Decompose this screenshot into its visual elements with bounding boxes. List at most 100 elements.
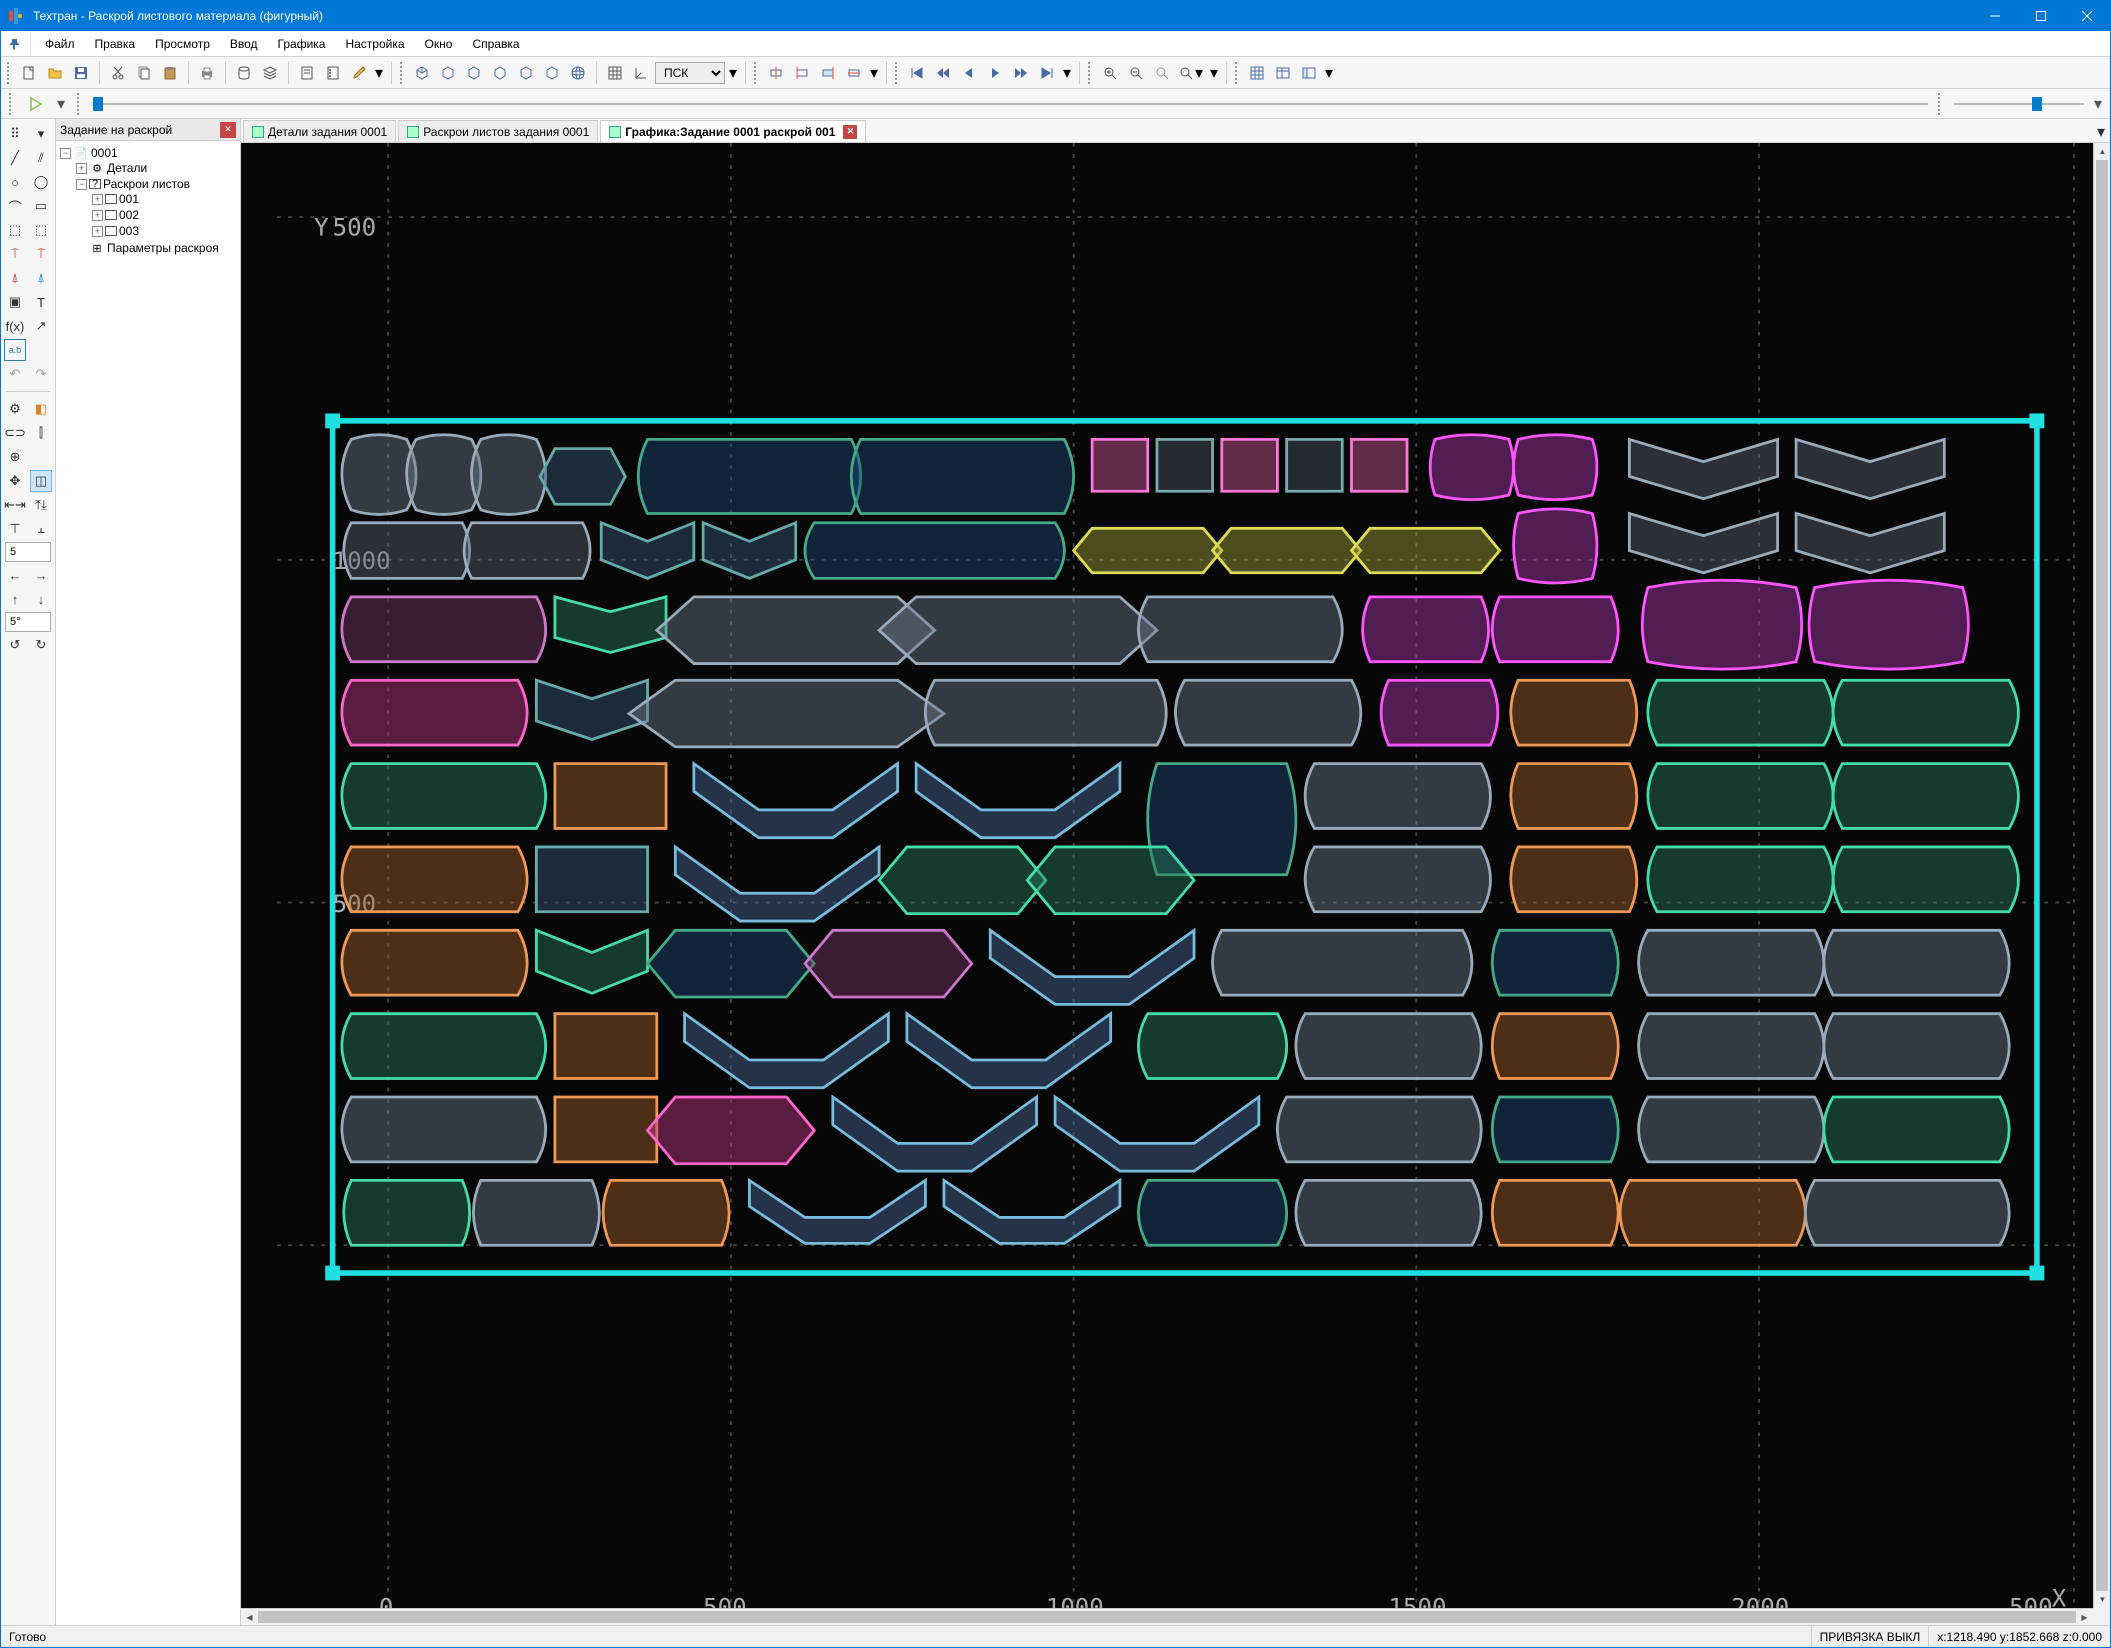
dropdown-button-3[interactable]: ▾: [868, 61, 880, 85]
arrow-right-icon[interactable]: →: [30, 564, 52, 586]
move-tool-icon[interactable]: ✥: [4, 470, 26, 492]
eraser-icon[interactable]: ◧: [30, 398, 52, 420]
toolbar-grip[interactable]: [754, 62, 760, 84]
tabs-dropdown[interactable]: ▾: [2092, 122, 2110, 142]
nav-last-button[interactable]: [1035, 61, 1059, 85]
paste-button[interactable]: [158, 61, 182, 85]
playback-slider[interactable]: [93, 95, 1928, 113]
tree-panel-header[interactable]: Задание на раскрой ✕: [56, 119, 240, 141]
toolbar-grip[interactable]: [1938, 93, 1944, 115]
view-wireframe-button[interactable]: [566, 61, 590, 85]
arrow-down-icon[interactable]: ↓: [30, 588, 52, 610]
tree-nesting[interactable]: −?Раскрои листов: [76, 177, 236, 191]
circle-tool-icon[interactable]: ○: [4, 171, 26, 193]
status-snap[interactable]: ПРИВЯЗКА ВЫКЛ: [1812, 1626, 1930, 1647]
tab-nesting[interactable]: Раскрои листов задания 0001: [398, 120, 598, 142]
menu-edit[interactable]: Правка: [85, 34, 146, 54]
mirror-h-icon[interactable]: ⤒⤓: [30, 494, 52, 516]
list-button[interactable]: [321, 61, 345, 85]
tab-graphics[interactable]: Графика:Задание 0001 раскрой 001✕: [600, 120, 866, 142]
rect-tool-icon[interactable]: ▭: [30, 195, 52, 217]
view-iso-2-button[interactable]: [436, 61, 460, 85]
slider-dropdown[interactable]: ▾: [2092, 95, 2104, 113]
play-button[interactable]: [25, 93, 47, 115]
graphics-viewport[interactable]: Y X 500 1000 500 0 500 1000 1500 2000 50…: [241, 143, 2110, 1625]
label-tool-icon[interactable]: a.b: [4, 339, 26, 361]
undo-arc-icon[interactable]: ↶: [4, 363, 26, 385]
dropdown-button-2[interactable]: ▾: [727, 61, 739, 85]
toolbar-grip[interactable]: [77, 93, 83, 115]
tree-sheet-002[interactable]: +002: [92, 208, 236, 222]
arrow-left-icon[interactable]: ←: [4, 564, 26, 586]
trim-tool-icon[interactable]: ⫠: [30, 518, 52, 540]
gear-icon[interactable]: ⚙: [4, 398, 26, 420]
play-dropdown[interactable]: ▾: [55, 95, 67, 113]
toolbar-grip[interactable]: [1088, 62, 1094, 84]
speed-slider[interactable]: [1954, 95, 2084, 113]
dropdown-button-4[interactable]: ▾: [1061, 61, 1073, 85]
zoom-dropdown-button[interactable]: ▾: [1176, 61, 1206, 85]
ellipse-tool-icon[interactable]: ◯: [30, 171, 52, 193]
mill-1-icon[interactable]: ⍋: [4, 267, 26, 289]
open-file-button[interactable]: [43, 61, 67, 85]
scroll-up-icon[interactable]: ▲: [2094, 143, 2110, 160]
drill-1-icon[interactable]: ⍑: [4, 243, 26, 265]
nav-next-button[interactable]: [983, 61, 1007, 85]
nav-prev-fast-button[interactable]: [931, 61, 955, 85]
show-panel-button[interactable]: [1297, 61, 1321, 85]
maximize-button[interactable]: [2018, 1, 2064, 31]
view-iso-6-button[interactable]: [540, 61, 564, 85]
fx-tool-icon[interactable]: f(x): [4, 315, 26, 337]
copy-button[interactable]: [132, 61, 156, 85]
coord-system-select[interactable]: ПСК: [655, 62, 725, 84]
menu-window[interactable]: Окно: [415, 34, 463, 54]
offset-value-input[interactable]: [5, 542, 51, 562]
drill-2-icon[interactable]: ⍑: [30, 243, 52, 265]
tree-details[interactable]: +⚙Детали: [76, 161, 236, 175]
menu-graphics[interactable]: Графика: [268, 34, 336, 54]
save-button[interactable]: [69, 61, 93, 85]
group-tool-icon[interactable]: ▣: [4, 291, 26, 313]
arrow-up-icon[interactable]: ↑: [4, 588, 26, 610]
toolbar-grip[interactable]: [9, 93, 15, 115]
text-tool-icon[interactable]: T: [30, 291, 52, 313]
axes-button[interactable]: [629, 61, 653, 85]
vertical-scrollbar[interactable]: ▲ ▼: [2093, 143, 2110, 1608]
scroll-right-icon[interactable]: ▶: [2076, 1609, 2093, 1625]
toolbar-grip[interactable]: [7, 62, 13, 84]
view-iso-5-button[interactable]: [514, 61, 538, 85]
tree-params[interactable]: ⊞Параметры раскроя: [76, 241, 236, 255]
cut-button[interactable]: [106, 61, 130, 85]
grid-button[interactable]: [603, 61, 627, 85]
offset-tool-icon[interactable]: ⫿: [30, 422, 52, 444]
zoom-fit-button[interactable]: [1150, 61, 1174, 85]
contour-2-icon[interactable]: ⬚: [30, 219, 52, 241]
dropdown-button-5[interactable]: ▾: [1208, 61, 1220, 85]
tree-root[interactable]: −📄0001: [60, 146, 236, 160]
tree-close-button[interactable]: ✕: [220, 122, 236, 138]
menu-view[interactable]: Просмотр: [145, 34, 220, 54]
nav-prev-button[interactable]: [957, 61, 981, 85]
menu-settings[interactable]: Настройка: [335, 34, 414, 54]
db-button[interactable]: [232, 61, 256, 85]
mirror-v-icon[interactable]: ⇤⇥: [4, 494, 26, 516]
align-button-2[interactable]: [790, 61, 814, 85]
align-button-4[interactable]: [842, 61, 866, 85]
parallel-tool-icon[interactable]: ⫽: [30, 147, 52, 169]
view-iso-1-button[interactable]: [410, 61, 434, 85]
contour-1-icon[interactable]: ⬚: [4, 219, 26, 241]
toolbar-grip[interactable]: [895, 62, 901, 84]
close-button[interactable]: [2064, 1, 2110, 31]
rotate-ccw-icon[interactable]: ↺: [4, 634, 26, 656]
tree-sheet-001[interactable]: +001: [92, 192, 236, 206]
tab-details[interactable]: Детали задания 0001: [243, 120, 396, 142]
pin-toolbar-button[interactable]: [3, 32, 31, 56]
view-iso-4-button[interactable]: [488, 61, 512, 85]
toolbar-grip[interactable]: [400, 62, 406, 84]
align-button-3[interactable]: [816, 61, 840, 85]
nav-first-button[interactable]: [905, 61, 929, 85]
toolbar-grip[interactable]: [1235, 62, 1241, 84]
tab-close-button[interactable]: ✕: [843, 125, 857, 139]
properties-button[interactable]: [295, 61, 319, 85]
horizontal-scrollbar[interactable]: ◀ ▶: [241, 1608, 2093, 1625]
